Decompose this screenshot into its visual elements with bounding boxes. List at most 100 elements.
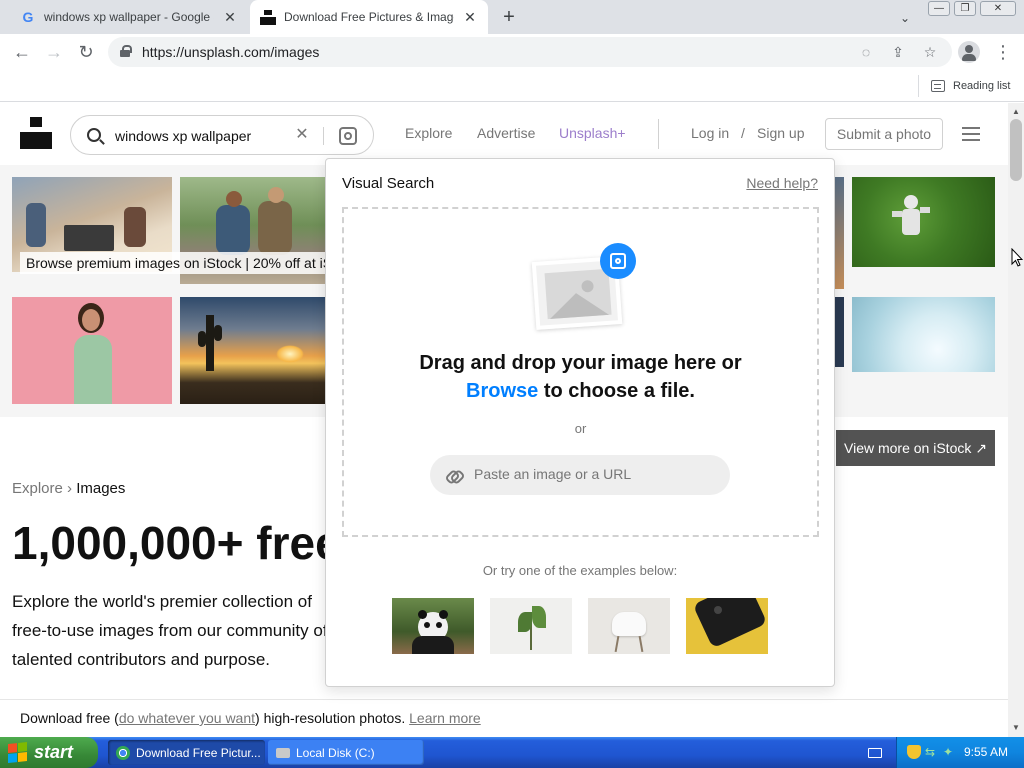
example-image-phone[interactable]	[686, 598, 768, 654]
profile-icon[interactable]	[958, 41, 980, 63]
task-label: Download Free Pictur...	[136, 745, 261, 760]
minimize-button[interactable]: —	[928, 1, 950, 16]
learn-more-link[interactable]: Learn more	[409, 710, 481, 726]
visual-search-icon[interactable]	[339, 127, 357, 145]
visual-search-title: Visual Search	[342, 175, 435, 192]
reading-list-icon	[931, 80, 945, 92]
image-dropzone[interactable]: Drag and drop your image here or Browse …	[342, 207, 819, 537]
stock-photo-desert[interactable]	[180, 297, 325, 404]
stock-photo-sliver[interactable]	[835, 297, 844, 367]
forward-arrow-icon[interactable]: →	[42, 40, 66, 64]
drive-icon	[276, 747, 290, 758]
task-local-disk[interactable]: Local Disk (C:)	[268, 740, 424, 765]
page-scrollbar[interactable]: ▲ ▼	[1008, 103, 1024, 737]
submit-photo-button[interactable]: Submit a photo	[825, 118, 943, 150]
reload-icon[interactable]: ↻	[74, 40, 98, 64]
task-label: Local Disk (C:)	[296, 745, 375, 760]
url-text[interactable]: https://unsplash.com/images	[142, 44, 319, 60]
breadcrumb-explore[interactable]: Explore	[12, 480, 63, 497]
stock-photo-woman[interactable]	[12, 297, 172, 404]
address-bar[interactable]: https://unsplash.com/images ◌ ⇪ ☆	[108, 37, 952, 67]
divider	[658, 119, 659, 149]
browse-link[interactable]: Browse	[466, 380, 538, 402]
license-text: Download free (	[20, 710, 119, 726]
nav-explore[interactable]: Explore	[405, 125, 452, 141]
nav-slash: /	[741, 125, 745, 141]
start-button[interactable]: start	[0, 737, 98, 768]
istock-promo-label[interactable]: Browse premium images on iStock | 20% of…	[20, 252, 339, 274]
search-input[interactable]: windows xp wallpaper	[115, 128, 251, 144]
scroll-up-icon[interactable]: ▲	[1008, 105, 1024, 119]
google-icon: G	[22, 9, 34, 25]
tab-strip: G windows xp wallpaper - Google Search ✕…	[0, 0, 1024, 34]
stock-photo-snow[interactable]	[852, 297, 995, 372]
clear-icon[interactable]: ✕	[293, 126, 311, 144]
unsplash-logo[interactable]	[20, 117, 52, 149]
license-text: ) high-resolution photos.	[255, 710, 410, 726]
back-arrow-icon[interactable]: ←	[10, 40, 34, 64]
dropzone-line2: to choose a file.	[538, 380, 695, 402]
scrollbar-thumb[interactable]	[1010, 119, 1022, 181]
breadcrumb-separator: ›	[67, 480, 73, 497]
page-title: 1,000,000+ free	[12, 517, 332, 569]
view-more-istock-button[interactable]: View more on iStock ↗	[836, 430, 995, 466]
task-chrome[interactable]: Download Free Pictur...	[108, 740, 265, 765]
search-bar[interactable]: windows xp wallpaper ✕	[70, 115, 374, 155]
license-link[interactable]: do whatever you want	[119, 710, 255, 726]
nav-advertise[interactable]: Advertise	[477, 125, 535, 141]
hamburger-menu-icon[interactable]	[962, 127, 980, 141]
window-close-button[interactable]: ✕	[980, 1, 1016, 16]
dropzone-instructions: Drag and drop your image here or Browse …	[344, 349, 817, 405]
close-icon[interactable]: ✕	[222, 9, 238, 25]
example-image-plant[interactable]	[490, 598, 572, 654]
examples-label: Or try one of the examples below:	[482, 563, 678, 578]
dropzone-line1: Drag and drop your image here or	[419, 352, 742, 374]
page-description: Explore the world's premier collection o…	[12, 592, 328, 669]
taskbar: start Download Free Pictur... Local Disk…	[0, 737, 1024, 768]
stock-photo-astronaut[interactable]	[852, 177, 995, 267]
lock-icon[interactable]	[120, 45, 132, 57]
breadcrumb: Explore › Images	[12, 480, 125, 497]
link-icon	[446, 468, 460, 482]
search-icon[interactable]	[87, 128, 101, 142]
browser-toolbar: ← → ↻ https://unsplash.com/images ◌ ⇪ ☆ …	[0, 34, 1024, 70]
restore-button[interactable]: ❐	[954, 1, 976, 16]
image-url-input[interactable]: Paste an image or a URL	[430, 455, 730, 495]
chevron-down-icon[interactable]: ⌄	[894, 8, 916, 28]
tab-title: Download Free Pictures & Images [	[284, 10, 454, 24]
stock-photo-sliver[interactable]	[835, 177, 844, 289]
new-tab-button[interactable]: +	[498, 6, 520, 28]
tab-unsplash[interactable]: Download Free Pictures & Images [ ✕	[250, 0, 488, 34]
eye-off-icon[interactable]: ◌	[856, 42, 876, 62]
need-help-link[interactable]: Need help?	[746, 175, 818, 191]
example-image-chair[interactable]	[588, 598, 670, 654]
reading-list-button[interactable]: Reading list	[918, 75, 1010, 97]
volume-icon[interactable]: ✦	[943, 745, 957, 759]
scroll-down-icon[interactable]: ▼	[1008, 721, 1024, 735]
tab-google-search[interactable]: G windows xp wallpaper - Google Search ✕	[8, 0, 248, 34]
login-link[interactable]: Log in	[691, 125, 729, 141]
site-header: windows xp wallpaper ✕ Explore Advertise…	[0, 103, 1008, 165]
share-icon[interactable]: ⇪	[888, 42, 908, 62]
example-image-panda[interactable]	[392, 598, 474, 654]
visual-search-panel: Visual Search Need help? Drag and drop y…	[325, 158, 835, 687]
more-menu-icon[interactable]: ⋮	[994, 40, 1012, 64]
visual-search-icon	[600, 243, 636, 279]
close-icon[interactable]: ✕	[462, 9, 478, 25]
network-icon[interactable]: ⇆	[925, 745, 939, 759]
breadcrumb-current: Images	[76, 480, 126, 497]
start-label: start	[34, 742, 74, 762]
star-icon[interactable]: ☆	[920, 42, 940, 62]
tab-title: windows xp wallpaper - Google Search	[44, 10, 214, 24]
divider	[323, 127, 324, 145]
reading-list-label: Reading list	[953, 80, 1011, 92]
windows-logo-icon	[8, 741, 28, 763]
signup-link[interactable]: Sign up	[757, 125, 804, 141]
clock[interactable]: 9:55 AM	[964, 745, 1008, 759]
url-placeholder[interactable]: Paste an image or a URL	[474, 466, 631, 482]
or-separator: or	[574, 421, 587, 436]
page-content: windows xp wallpaper ✕ Explore Advertise…	[0, 103, 1008, 737]
nav-unsplash-plus[interactable]: Unsplash+	[559, 125, 626, 141]
keyboard-icon[interactable]	[868, 748, 882, 758]
security-shield-icon[interactable]	[907, 745, 921, 759]
